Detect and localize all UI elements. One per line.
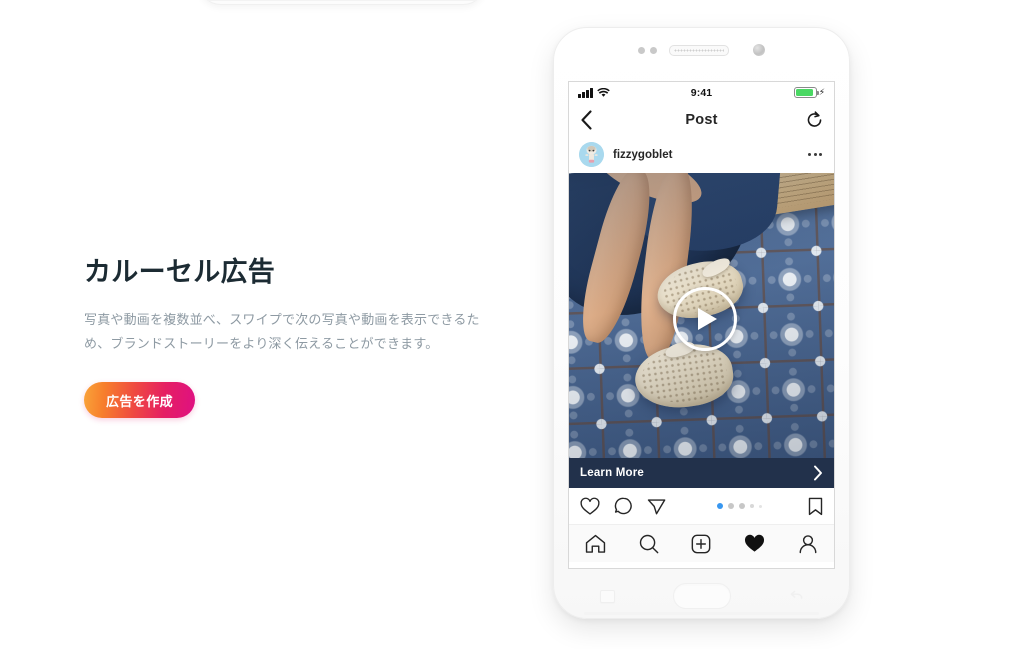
earpiece-speaker-icon (669, 44, 729, 56)
cellular-signal-icon (578, 87, 593, 98)
partial-phone-above (198, 0, 486, 5)
carousel-dot-active (716, 503, 723, 509)
wifi-icon (596, 87, 610, 97)
bookmark-outline-icon[interactable] (808, 497, 823, 516)
search-icon (639, 534, 659, 553)
carousel-dot (738, 503, 745, 509)
more-options-icon[interactable] (806, 147, 824, 162)
phone-top-hardware (554, 41, 849, 59)
learn-more-cta[interactable]: Learn More (569, 458, 834, 488)
home-icon (586, 534, 606, 553)
tab-home[interactable] (585, 534, 606, 554)
status-bar: 9:41 ⚡ (569, 82, 834, 103)
recents-square-icon[interactable] (600, 589, 615, 603)
carousel-dot (727, 503, 734, 509)
play-button-icon[interactable] (672, 286, 737, 351)
carousel-dot (758, 504, 762, 508)
post-media[interactable] (569, 173, 834, 458)
chevron-left-icon[interactable] (580, 109, 593, 130)
comment-bubble-icon[interactable] (614, 497, 633, 516)
post-actions (569, 488, 834, 525)
create-ad-button[interactable]: 広告を作成 (84, 382, 196, 419)
send-paper-plane-icon[interactable] (647, 497, 666, 516)
device-bottom-edge (584, 612, 819, 615)
heart-outline-icon[interactable] (580, 497, 600, 516)
refresh-icon[interactable] (806, 110, 823, 129)
app-nav-bar: Post (569, 103, 834, 136)
phone-bottom-hardware (554, 576, 849, 616)
heart-filled-icon (745, 534, 765, 552)
tab-profile[interactable] (798, 534, 818, 554)
status-bar-time: 9:41 (690, 86, 713, 99)
sensor-dot-icon (638, 46, 645, 54)
tab-activity[interactable] (744, 534, 765, 553)
tab-search[interactable] (639, 534, 659, 554)
page-title: カルーセル広告 (84, 257, 276, 287)
post-header: fizzygoblet (569, 136, 834, 173)
learn-more-label: Learn More (580, 467, 644, 479)
promo-copy-block: カルーセル広告 写真や動画を複数並べ、スワイプで次の写真や動画を表示できるため、… (84, 256, 494, 419)
back-arrow-icon[interactable] (789, 590, 803, 602)
add-plus-square-icon (692, 534, 711, 553)
phone-device: 9:41 ⚡ Post fizzygoblet Learn More (553, 27, 850, 619)
home-pill-button-icon[interactable] (673, 583, 731, 609)
post-username[interactable]: fizzygoblet (613, 149, 806, 161)
promo-description: 写真や動画を複数並べ、スワイプで次の写真や動画を表示できるため、ブランドストーリ… (84, 311, 480, 351)
phone-screen: 9:41 ⚡ Post fizzygoblet Learn More (568, 81, 835, 569)
avatar[interactable] (579, 142, 604, 167)
carousel-indicator (670, 503, 808, 509)
tab-add[interactable] (691, 534, 711, 554)
front-camera-icon (753, 44, 765, 56)
person-outline-icon (799, 534, 817, 553)
battery-icon (793, 87, 819, 98)
lightning-bolt-icon: ⚡ (818, 87, 826, 97)
carousel-dot (749, 504, 754, 508)
app-tab-bar (569, 525, 834, 562)
screen-title: Post (685, 111, 718, 128)
chevron-right-icon (814, 465, 822, 481)
sensor-dot-icon (650, 46, 657, 54)
